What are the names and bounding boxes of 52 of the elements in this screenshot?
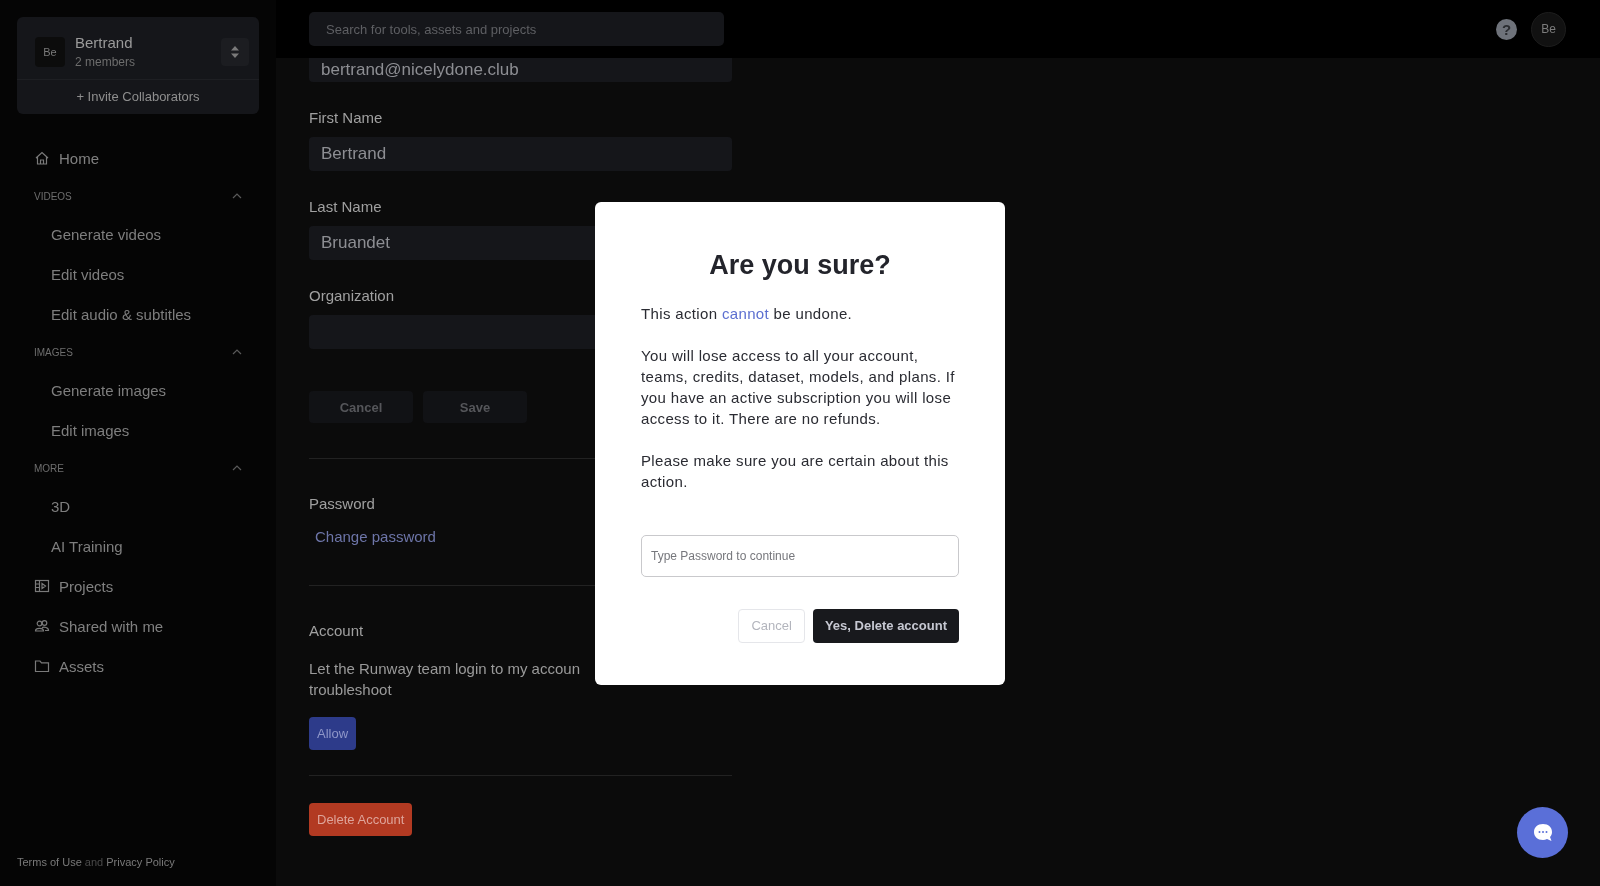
chevron-icon [232, 193, 242, 199]
section-label: Password [309, 495, 375, 512]
privacy-link[interactable]: Privacy Policy [106, 856, 175, 868]
user-avatar[interactable]: Be [1531, 11, 1566, 47]
nav-item[interactable]: Generate videos [17, 214, 259, 254]
nav-item[interactable]: Shared with me [17, 606, 259, 646]
section-label: Account [309, 622, 364, 639]
dialog-text: Please make sure you are certain about this action. [641, 450, 950, 492]
nav-item[interactable]: Edit videos [17, 254, 259, 294]
chevron-icon [232, 465, 242, 471]
footer-text: and [84, 856, 104, 868]
dialog-text: This action cannot be undone. [641, 303, 854, 324]
chat-bubble-icon [1531, 822, 1554, 843]
nav-item[interactable]: Home [17, 138, 259, 178]
film-panel-icon [34, 578, 50, 594]
text-field[interactable]: Bertrand [309, 137, 732, 171]
email-field[interactable]: bertrand@nicelydone.club [309, 58, 732, 82]
home-icon [34, 150, 50, 166]
nav-item[interactable]: Generate images [17, 370, 259, 410]
section-header[interactable]: IMAGES [17, 334, 259, 370]
nav-item[interactable]: AI Training [17, 526, 259, 566]
workspace-avatar: Be [35, 36, 65, 67]
people-icon [34, 618, 50, 634]
chevron-icon [232, 349, 242, 355]
field-label: Last Name [309, 198, 382, 215]
section-header[interactable]: MORE [17, 450, 259, 486]
password-field[interactable]: Type Password to continue [641, 534, 959, 577]
delete-account-button[interactable]: Delete Account [309, 803, 413, 836]
dialog-text: You will lose access to all your account, teams, credits, dataset, models, and plans. If you have an active subscription you will lose access to it. There are no refunds. [641, 345, 956, 429]
search-field[interactable]: Search for tools, assets and projects [309, 12, 724, 46]
description-text: Let the Runway team login to my accoun [309, 659, 580, 679]
change-password-link[interactable]: Change password [315, 528, 436, 545]
up-down-icon [230, 44, 240, 59]
field-label: First Name [309, 109, 383, 126]
chat-button[interactable] [1517, 807, 1568, 858]
nav-item[interactable]: Assets [17, 646, 259, 686]
description-text: troubleshoot [309, 680, 392, 700]
workspace-name: Bertrand [75, 34, 134, 51]
nav-item[interactable]: Projects [17, 566, 259, 606]
nav-item[interactable]: Edit images [17, 410, 259, 450]
delete-confirm-button[interactable]: Yes, Delete account [812, 608, 959, 643]
member-count: 2 members [75, 55, 137, 69]
folder-icon [34, 658, 50, 674]
switch-button[interactable] [221, 37, 249, 66]
terms-link[interactable]: Terms of Use [17, 856, 82, 868]
section-header[interactable]: VIDEOS [17, 178, 259, 214]
field-label: Organization [309, 287, 395, 304]
nav-item[interactable]: 3D [17, 486, 259, 526]
allow-button[interactable]: Allow [309, 717, 357, 750]
invite-button[interactable]: + Invite Collaborators [17, 79, 259, 114]
nav-item[interactable]: Edit audio & subtitles [17, 294, 259, 334]
help-button[interactable]: ? [1496, 18, 1517, 40]
